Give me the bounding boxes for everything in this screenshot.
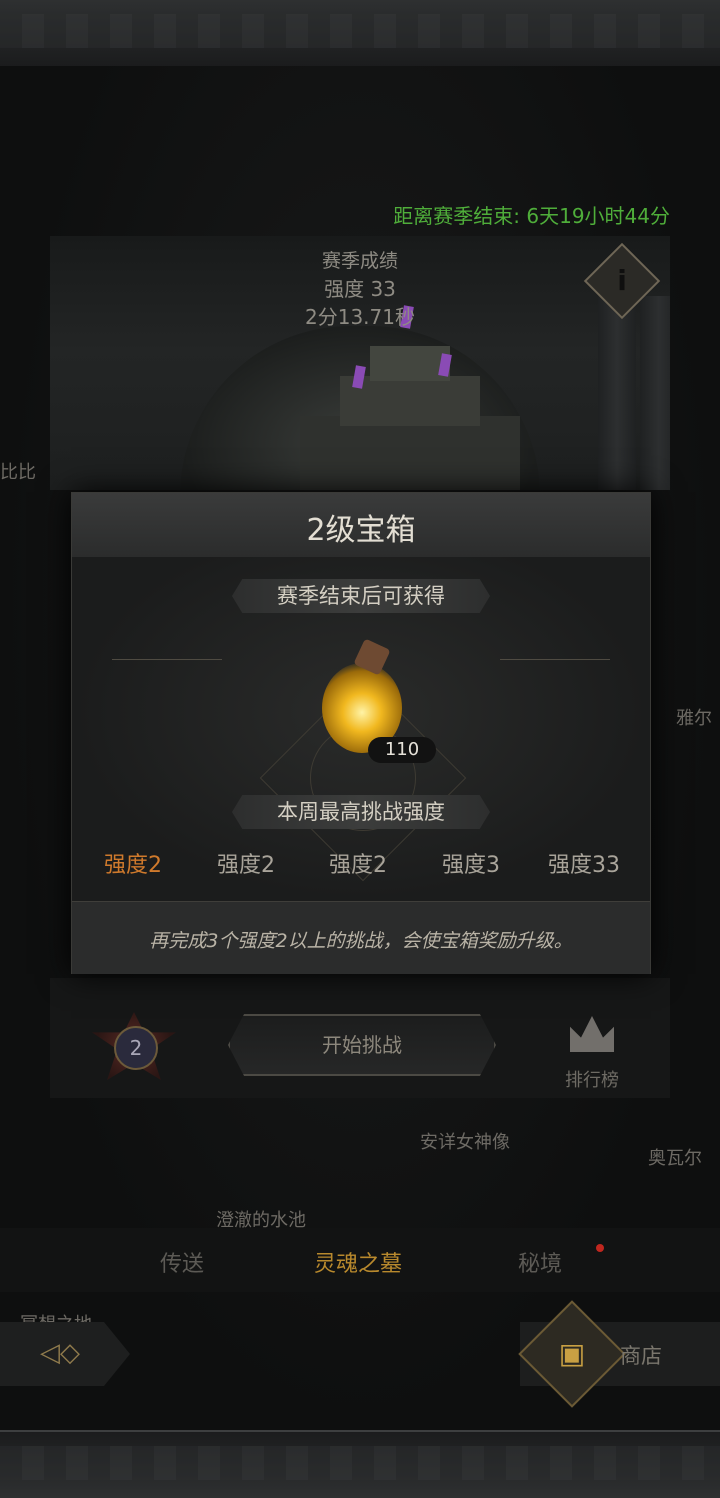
- crown-icon: [570, 1016, 614, 1052]
- notification-dot: [596, 1244, 604, 1252]
- badge-level: 2: [114, 1026, 158, 1070]
- season-best-time: 2分13.71秒: [305, 305, 415, 329]
- nav-teleport[interactable]: 传送: [160, 1246, 204, 1278]
- start-challenge-button[interactable]: 开始挑战: [228, 1014, 496, 1076]
- bottom-frame: [0, 1430, 720, 1498]
- nav-secret-realm[interactable]: 秘境: [518, 1246, 562, 1278]
- modal-title: 2级宝箱: [306, 513, 416, 548]
- reward-quantity: 110: [368, 737, 436, 763]
- weekly-caption: 本周最高挑战强度: [232, 795, 490, 829]
- leaderboard-button[interactable]: 排行榜: [552, 1012, 632, 1092]
- week-level-1: 强度2: [104, 853, 162, 878]
- season-countdown: 距离赛季结束: 6天19小时44分: [393, 204, 670, 228]
- divider-line: [112, 659, 222, 660]
- map-label-left-top: 比比: [0, 462, 36, 483]
- week-level-5: 强度33: [548, 853, 620, 878]
- chest-modal: 2级宝箱 赛季结束后可获得 110 本周最高挑战强度 强度2 强度2 强度2 强…: [71, 492, 651, 974]
- season-panel: 赛季成绩 强度 33 2分13.71秒 i: [50, 236, 670, 490]
- shop-label: 商店: [620, 1344, 662, 1368]
- modal-footer: 再完成3个强度2以上的挑战，会使宝箱奖励升级。: [72, 901, 650, 974]
- back-button[interactable]: ◁◇: [0, 1322, 130, 1386]
- week-level-3: 强度2: [329, 853, 387, 878]
- altar-top: [370, 346, 450, 381]
- reward-caption: 赛季结束后可获得: [232, 579, 490, 613]
- map-label-right-low: 奥瓦尔: [648, 1148, 702, 1169]
- modal-header: 2级宝箱: [72, 493, 650, 558]
- info-icon: i: [617, 264, 627, 297]
- leaderboard-label: 排行榜: [565, 1070, 619, 1091]
- divider-line: [500, 659, 610, 660]
- keystone-badge[interactable]: 2: [92, 1012, 176, 1080]
- nav-soul-tomb[interactable]: 灵魂之墓: [314, 1246, 402, 1278]
- upgrade-hint: 再完成3个强度2以上的挑战，会使宝箱奖励升级。: [149, 930, 573, 952]
- week-level-2: 强度2: [217, 853, 275, 878]
- altar-base: [300, 416, 520, 490]
- top-frame: [0, 0, 720, 68]
- map-label-right-mid: 雅尔: [676, 708, 712, 729]
- season-intensity: 强度 33: [324, 277, 396, 301]
- week-level-4: 强度3: [442, 853, 500, 878]
- season-result-title: 赛季成绩: [321, 250, 398, 272]
- map-label-statue: 安详女神像: [420, 1132, 510, 1153]
- back-arrow-icon: ◁◇: [40, 1338, 80, 1368]
- shop-button[interactable]: ▣ 商店: [518, 1300, 720, 1408]
